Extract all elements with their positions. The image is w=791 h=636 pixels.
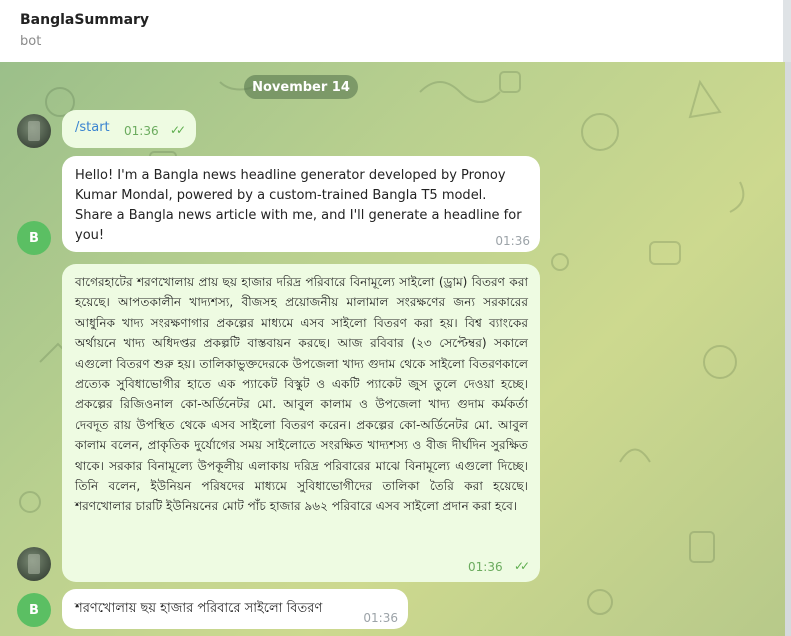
message-time: 01:36 — [468, 560, 503, 574]
message-text[interactable]: /start — [75, 120, 110, 135]
user-avatar[interactable] — [17, 547, 51, 581]
chat-status: bot — [20, 34, 42, 49]
chat-header[interactable]: BanglaSummary bot — [0, 0, 791, 62]
bot-avatar-letter: B — [29, 230, 39, 246]
message-bubble-incoming[interactable]: Hello! I'm a Bangla news headline genera… — [62, 156, 540, 252]
window-edge — [783, 0, 791, 62]
message-text[interactable]: শরণখোলায় ছয় হাজার পরিবারে সাইলো বিতরণ — [75, 599, 396, 619]
message-bubble-incoming[interactable]: শরণখোলায় ছয় হাজার পরিবারে সাইলো বিতরণ … — [62, 589, 408, 629]
read-check-icon: ✓✓ — [170, 123, 186, 137]
message-text: Hello! I'm a Bangla news headline genera… — [75, 168, 522, 243]
date-separator: November 14 — [244, 75, 358, 99]
scrollbar[interactable] — [785, 62, 791, 636]
message-text[interactable]: বাগেরহাটের শরণখোলায় প্রায় ছয় হাজার দর… — [75, 272, 528, 517]
bot-avatar[interactable]: B — [17, 221, 51, 255]
message-time: 01:36 — [495, 234, 530, 248]
user-avatar[interactable] — [17, 114, 51, 148]
message-list[interactable]: November 14 /start 01:36 ✓✓ B Hello! I'm… — [0, 62, 785, 636]
bot-avatar[interactable]: B — [17, 593, 51, 627]
message-time: 01:36 — [124, 124, 159, 138]
chat-title[interactable]: BanglaSummary — [20, 12, 771, 28]
bot-avatar-letter: B — [29, 602, 39, 618]
read-check-icon: ✓✓ — [514, 559, 530, 573]
message-bubble-outgoing[interactable]: /start 01:36 ✓✓ — [62, 110, 196, 148]
message-time: 01:36 — [363, 611, 398, 625]
message-bubble-outgoing[interactable]: বাগেরহাটের শরণখোলায় প্রায় ছয় হাজার দর… — [62, 264, 540, 582]
